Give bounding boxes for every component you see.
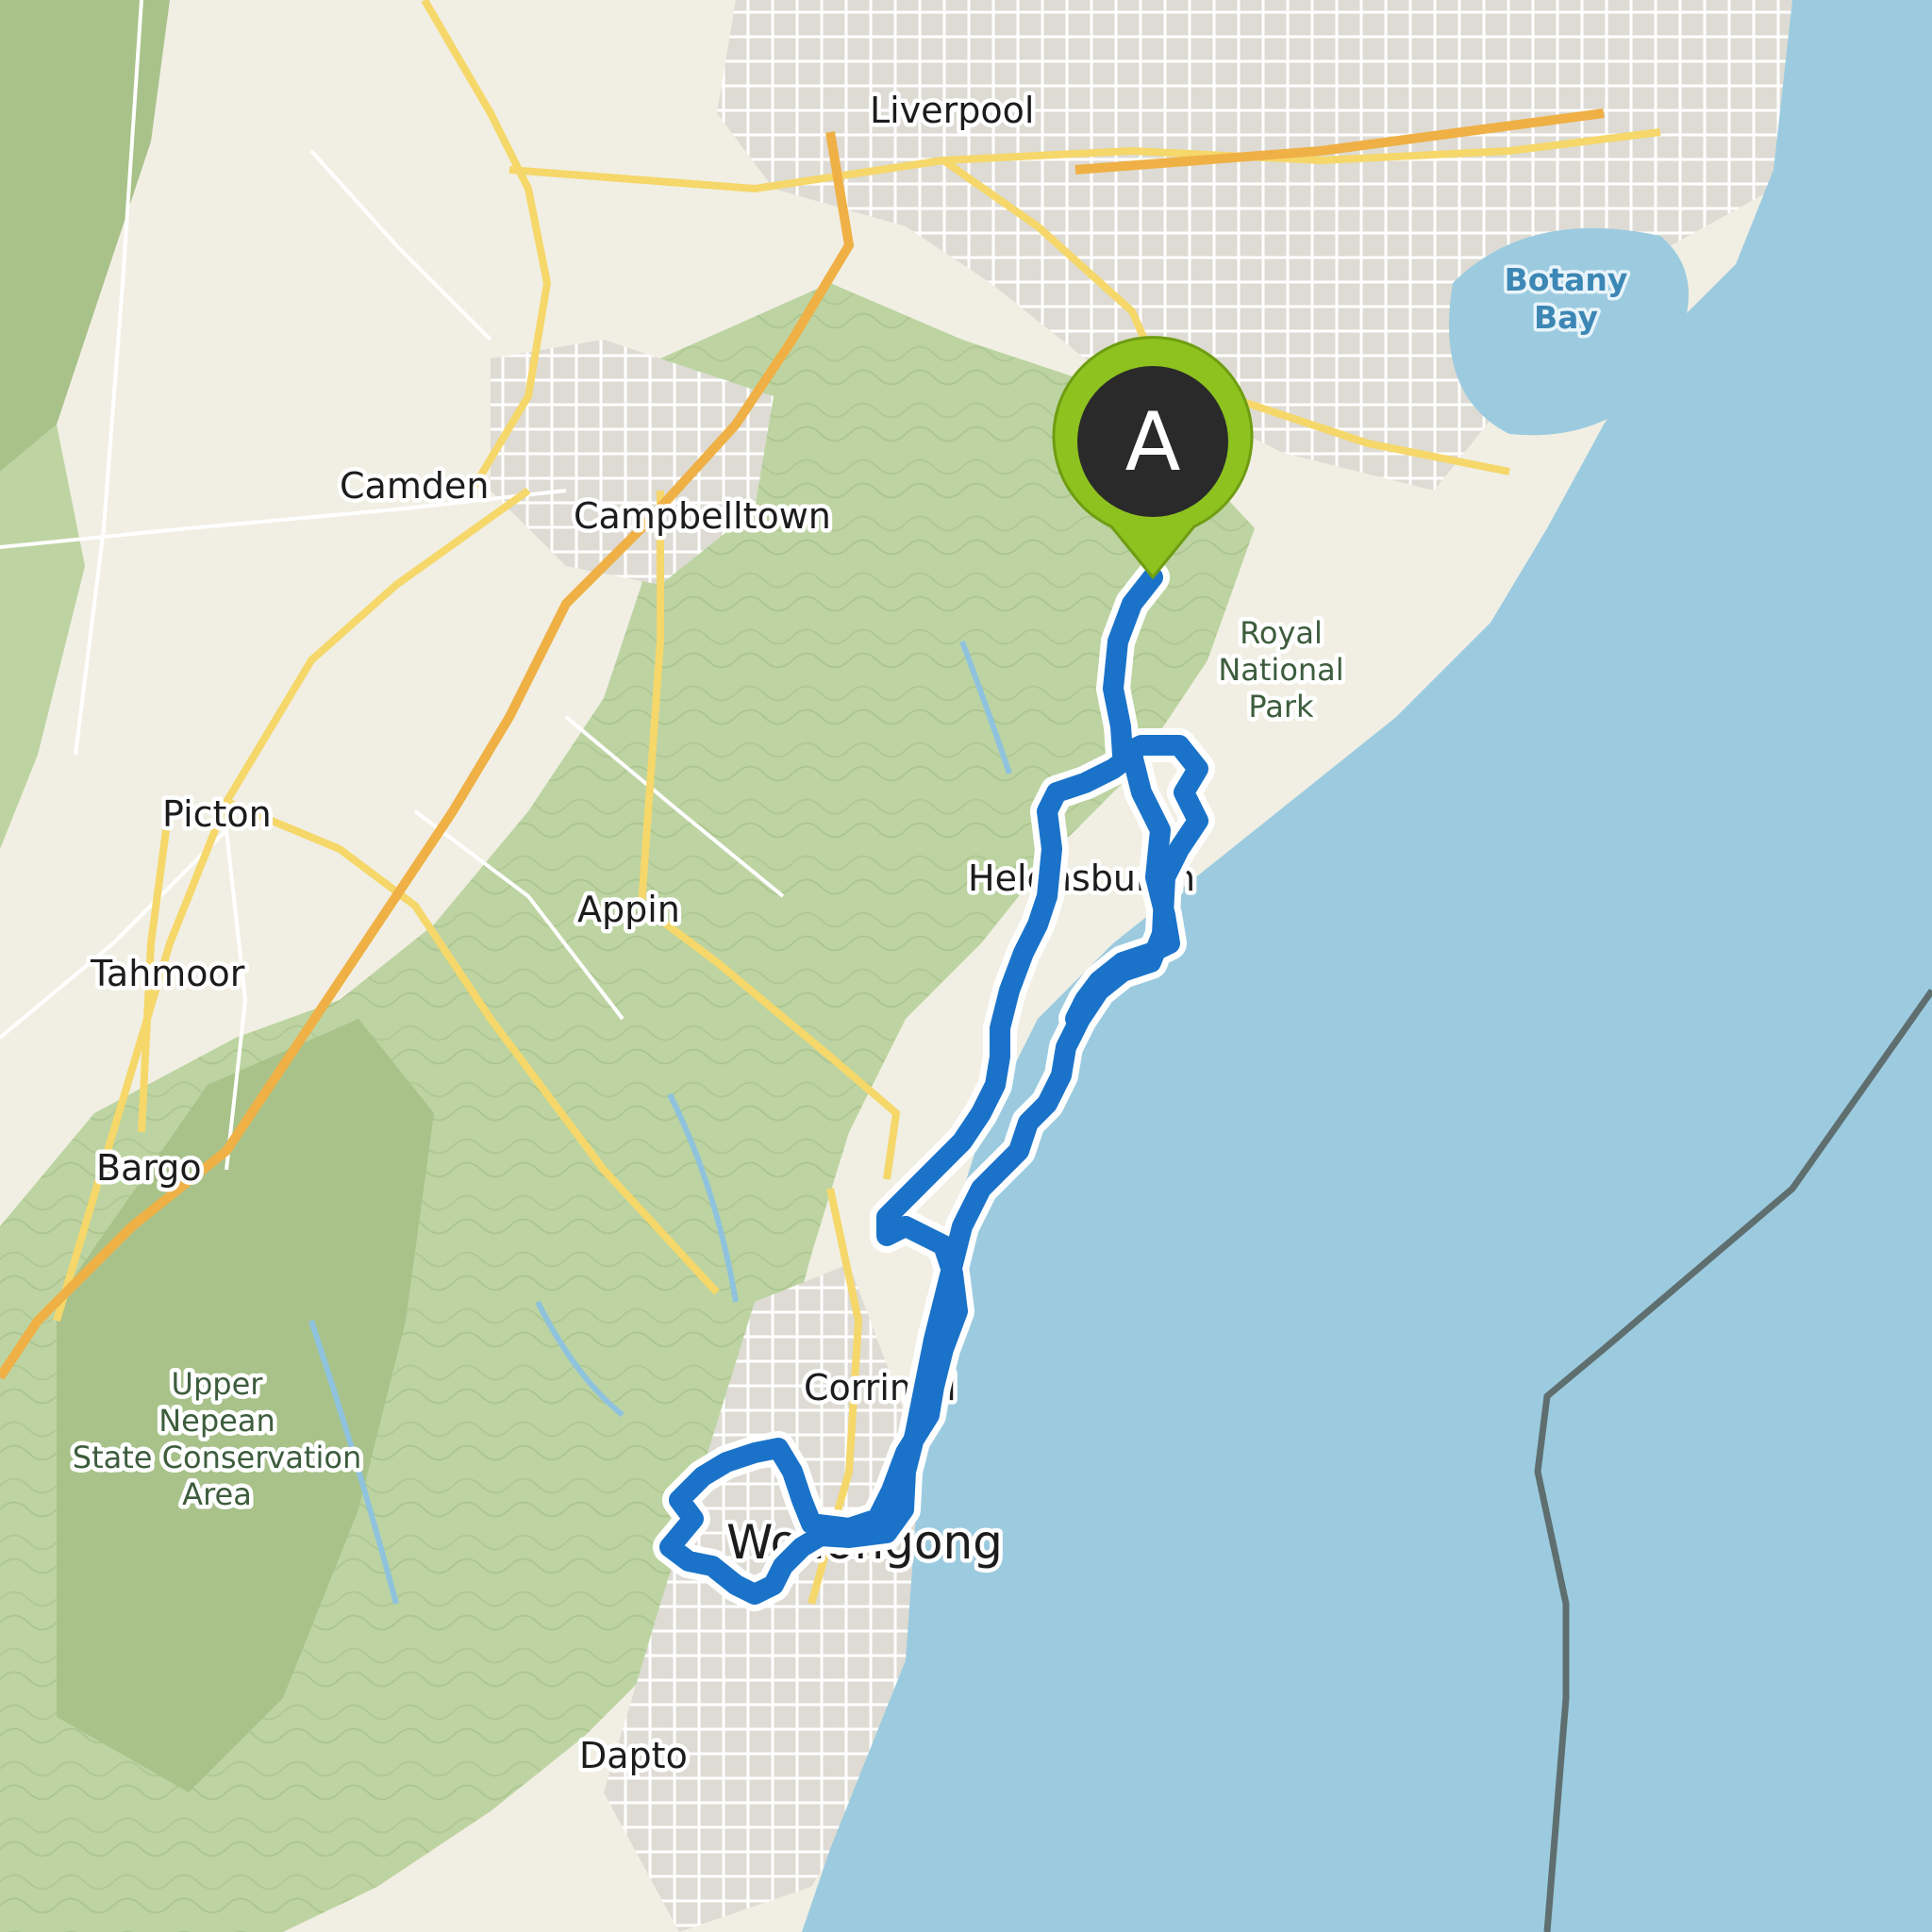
park-label-line: State Conservation — [73, 1440, 361, 1475]
park-label-line: Upper — [172, 1366, 264, 1402]
place-label-dapto: Dapto — [579, 1735, 688, 1776]
park-label-line: Park — [1248, 689, 1314, 724]
place-label-picton: Picton — [162, 793, 272, 835]
park-label-line: National — [1218, 652, 1343, 688]
park-label-line: Area — [182, 1476, 252, 1512]
map-canvas[interactable]: Liverpool Camden Campbelltown Picton App… — [0, 0, 1932, 1932]
place-label-liverpool: Liverpool — [870, 90, 1034, 131]
water-label-line: Bay — [1534, 299, 1598, 336]
place-label-appin: Appin — [577, 889, 680, 930]
place-label-camden: Camden — [340, 465, 489, 507]
park-label-line: Royal — [1240, 615, 1323, 651]
place-label-tahmoor: Tahmoor — [90, 953, 245, 994]
place-label-campbelltown: Campbelltown — [574, 495, 831, 537]
start-marker-label: A — [1125, 395, 1181, 490]
place-label-bargo: Bargo — [96, 1147, 202, 1189]
park-label-line: Nepean — [158, 1403, 275, 1439]
water-label-line: Botany — [1505, 261, 1628, 298]
